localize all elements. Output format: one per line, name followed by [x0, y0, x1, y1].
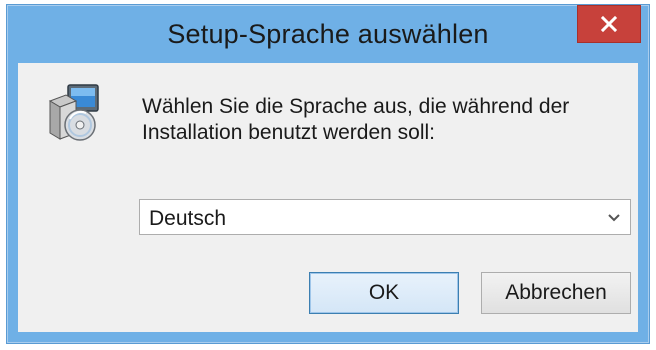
chevron-down-icon [608, 214, 620, 222]
window-title: Setup-Sprache auswählen [167, 19, 489, 49]
language-select[interactable]: Deutsch [139, 199, 631, 235]
setup-installer-icon [48, 84, 99, 141]
language-select-value: Deutsch [149, 207, 227, 230]
instruction-line-1: Wählen Sie die Sprache aus, die während … [142, 95, 570, 118]
instruction-text: Wählen Sie die Sprache aus, die während … [142, 94, 569, 146]
instruction-line-2: Installation benutzt werden soll: [142, 121, 436, 144]
dialog-body: Wählen Sie die Sprache aus, die während … [18, 63, 638, 332]
close-button[interactable] [577, 5, 641, 43]
cancel-button[interactable]: Abbrechen [481, 272, 631, 314]
setup-language-dialog: Setup-Sprache auswählen Wählen Sie die S… [6, 4, 650, 344]
title-bar[interactable]: Setup-Sprache auswählen [7, 5, 649, 63]
ok-button[interactable]: OK [309, 272, 459, 314]
close-icon [600, 15, 618, 33]
